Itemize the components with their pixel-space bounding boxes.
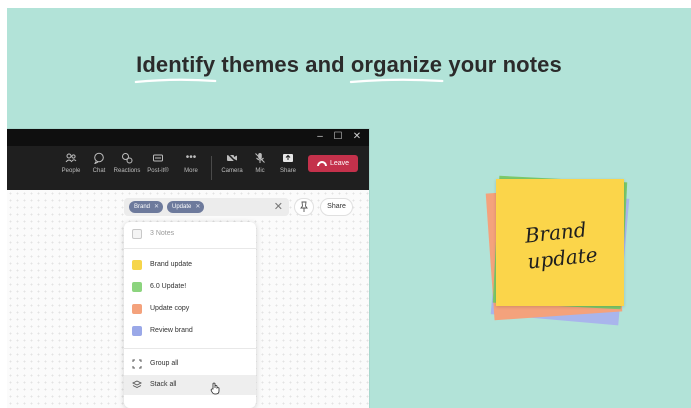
mic-label: Mic xyxy=(255,168,265,174)
headline-highlight-identify: Identify xyxy=(134,52,217,84)
people-icon xyxy=(57,152,85,166)
maximize-button[interactable]: ☐ xyxy=(331,131,345,143)
post-it-button[interactable]: Post-it® xyxy=(144,152,172,174)
group-all-item[interactable]: Group all xyxy=(124,354,256,374)
note-label: 6.0 Update! xyxy=(150,283,187,290)
chat-icon xyxy=(85,152,113,166)
reactions-icon xyxy=(113,152,141,166)
chat-button[interactable]: Chat xyxy=(85,152,113,174)
underline-decoration xyxy=(134,78,217,84)
chip-remove-icon[interactable]: ✕ xyxy=(154,204,159,210)
teams-window: – ☐ ✕ People Chat Reactions Post-it® •••… xyxy=(7,129,369,408)
filter-bar[interactable]: Brand ✕ Update ✕ ✕ xyxy=(124,198,289,216)
minimize-button[interactable]: – xyxy=(313,131,327,143)
note-swatch-yellow xyxy=(132,260,142,270)
share-screen-label: Share xyxy=(279,168,296,174)
divider xyxy=(124,348,256,349)
headline-text: themes and xyxy=(215,52,351,77)
share-button[interactable]: Share xyxy=(320,198,353,216)
pin-icon xyxy=(300,201,308,212)
more-icon: ••• xyxy=(185,152,197,163)
mic-button[interactable]: Mic xyxy=(246,152,274,174)
action-label: Group all xyxy=(150,360,179,367)
more-button[interactable]: ••• More xyxy=(177,152,205,174)
title-bar: – ☐ ✕ xyxy=(7,129,369,146)
note-swatch-orange xyxy=(132,304,142,314)
list-item[interactable]: Update copy xyxy=(124,299,256,319)
headline-highlight-organize: organize xyxy=(349,52,444,84)
note-label: Update copy xyxy=(150,305,190,312)
checkbox-icon[interactable] xyxy=(132,229,142,239)
post-it-icon xyxy=(144,152,172,166)
more-label: More xyxy=(184,168,198,174)
headline-word-identify: Identify xyxy=(136,52,216,77)
leave-label: Leave xyxy=(329,160,350,167)
camera-label: Camera xyxy=(221,168,243,174)
leave-button[interactable]: Leave xyxy=(308,155,358,172)
filter-chip-brand[interactable]: Brand ✕ xyxy=(129,201,164,213)
hand-cursor-icon xyxy=(210,382,220,395)
people-label: People xyxy=(61,168,81,174)
close-window-button[interactable]: ✕ xyxy=(350,131,364,143)
notes-count: 3 Notes xyxy=(150,230,175,237)
clear-filter-icon[interactable]: ✕ xyxy=(274,200,283,214)
sticky-note-stack: Brand update xyxy=(484,173,634,333)
note-label: Brand update xyxy=(150,261,193,268)
share-icon xyxy=(274,152,302,166)
chat-label: Chat xyxy=(92,168,106,174)
list-item[interactable]: 6.0 Update! xyxy=(124,277,256,297)
filter-chip-update[interactable]: Update ✕ xyxy=(167,201,205,213)
hero-canvas: Identify themes and organize your notes … xyxy=(7,8,691,408)
whiteboard-canvas[interactable]: Brand ✕ Update ✕ ✕ Share 3 Notes Brand upd… xyxy=(7,190,369,408)
headline-word-organize: organize xyxy=(350,52,443,77)
divider xyxy=(124,248,256,249)
camera-off-icon xyxy=(218,152,246,166)
toolbar-divider xyxy=(211,156,212,180)
share-screen-button[interactable]: Share xyxy=(274,152,302,174)
phone-icon xyxy=(316,160,327,166)
mic-off-icon xyxy=(246,152,274,166)
note-swatch-blue xyxy=(132,326,142,336)
headline-text-end: your notes xyxy=(442,52,562,77)
meeting-toolbar: People Chat Reactions Post-it® ••• More xyxy=(7,146,369,190)
chip-label: Brand xyxy=(134,204,151,210)
reactions-button[interactable]: Reactions xyxy=(113,152,141,174)
list-item[interactable]: Review brand xyxy=(124,321,256,341)
pin-button[interactable] xyxy=(294,198,314,216)
headline: Identify themes and organize your notes xyxy=(7,52,691,84)
stack-icon xyxy=(132,380,142,389)
group-icon xyxy=(132,359,142,369)
notes-dropdown: 3 Notes Brand update 6.0 Update! Update … xyxy=(124,222,256,408)
chip-remove-icon[interactable]: ✕ xyxy=(195,204,200,210)
post-it-label: Post-it® xyxy=(147,168,169,174)
reactions-label: Reactions xyxy=(113,168,141,174)
sticky-note-yellow: Brand update xyxy=(496,179,624,306)
camera-button[interactable]: Camera xyxy=(218,152,246,174)
sticky-note-text: Brand update xyxy=(523,215,599,274)
underline-decoration xyxy=(349,78,444,84)
stack-all-item[interactable]: Stack all xyxy=(124,375,256,395)
list-item[interactable]: Brand update xyxy=(124,255,256,275)
people-button[interactable]: People xyxy=(57,152,85,174)
select-all-row[interactable]: 3 Notes xyxy=(124,224,256,244)
note-label: Review brand xyxy=(150,327,193,334)
action-label: Stack all xyxy=(150,381,177,388)
note-swatch-green xyxy=(132,282,142,292)
chip-label: Update xyxy=(172,204,192,210)
